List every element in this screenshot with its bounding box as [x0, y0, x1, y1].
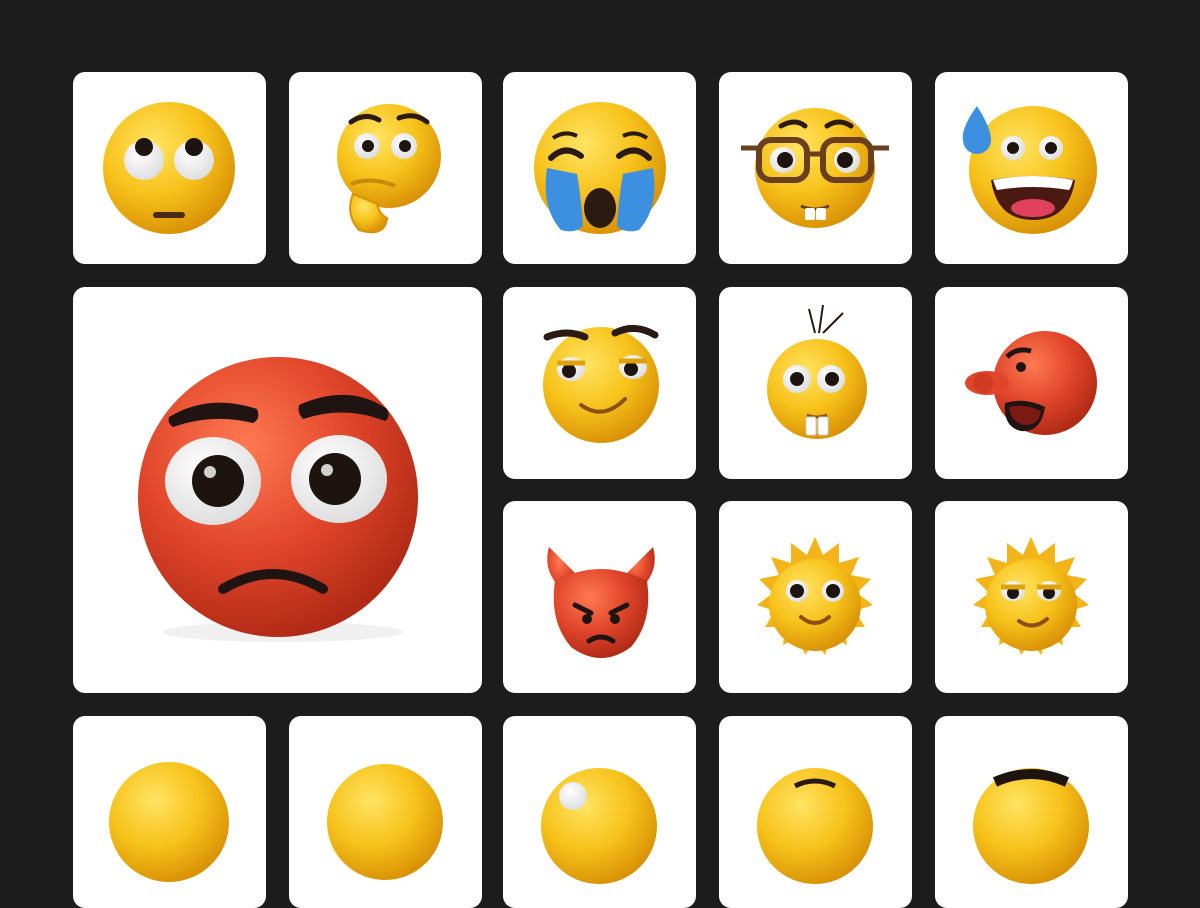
emoji-tile-2[interactable] — [289, 72, 482, 264]
thinking-face-icon — [337, 104, 441, 234]
face-with-rolling-eyes-icon — [103, 102, 235, 234]
emoji-tile-10[interactable] — [503, 501, 696, 693]
grinning-face-with-sweat-icon — [962, 106, 1097, 234]
emoji-tile-14[interactable] — [289, 716, 482, 908]
yellow-face-partial-icon — [327, 764, 443, 880]
emoji-tile-1[interactable] — [73, 72, 266, 264]
emoji-tile-16[interactable] — [719, 716, 912, 908]
emoji-tile-4[interactable] — [719, 72, 912, 264]
emoji-tile-17[interactable] — [935, 716, 1128, 908]
fuzzy-smiling-monster-icon — [757, 537, 873, 655]
bucktooth-face-with-antennae-icon — [767, 304, 867, 439]
yellow-face-partial-icon — [541, 768, 657, 884]
angry-red-face-icon — [138, 357, 418, 642]
emoji-tile-9[interactable] — [935, 287, 1128, 479]
red-devil-angry-face-icon — [547, 547, 655, 658]
emoji-tile-15[interactable] — [503, 716, 696, 908]
smirking-face-icon — [543, 325, 659, 443]
emoji-tile-12[interactable] — [935, 501, 1128, 693]
emoji-tile-6-large[interactable] — [73, 287, 482, 693]
emoji-tile-3[interactable] — [503, 72, 696, 264]
yellow-face-partial-icon — [109, 762, 229, 882]
yellow-face-partial-icon — [757, 768, 873, 884]
nerd-face-with-glasses-icon — [741, 108, 889, 228]
red-long-nose-shouting-face-icon — [965, 331, 1097, 435]
emoji-tile-5[interactable] — [935, 72, 1128, 264]
emoji-tile-13[interactable] — [73, 716, 266, 908]
fuzzy-smirking-monster-icon — [973, 537, 1089, 655]
emoji-tile-11[interactable] — [719, 501, 912, 693]
emoji-tile-7[interactable] — [503, 287, 696, 479]
yellow-face-partial-icon — [973, 768, 1089, 884]
emoji-tile-8[interactable] — [719, 287, 912, 479]
loudly-crying-face-icon — [534, 102, 666, 234]
